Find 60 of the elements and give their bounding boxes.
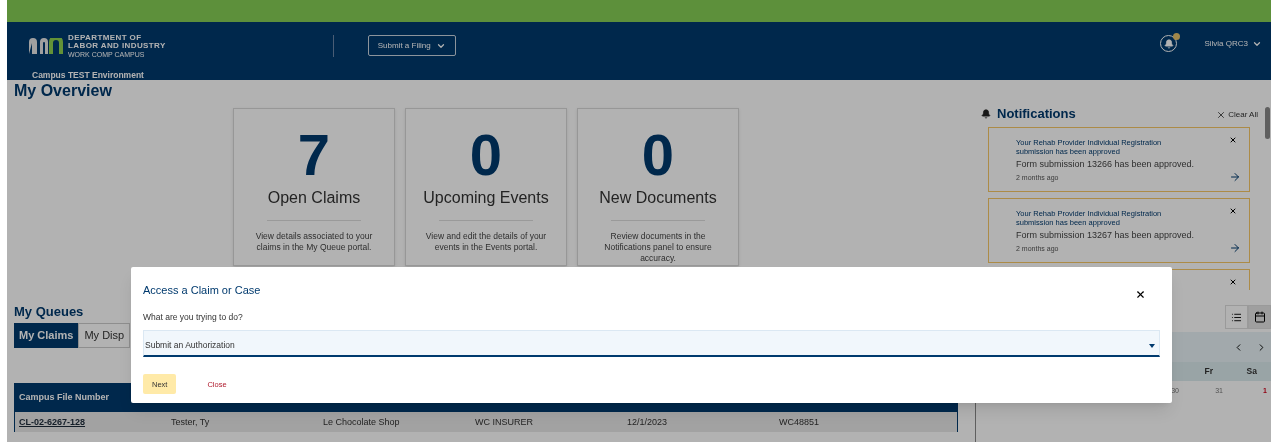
dismiss-button[interactable] bbox=[1229, 206, 1237, 215]
action-select[interactable]: Submit an Authorization bbox=[143, 330, 1160, 358]
view-toggle[interactable] bbox=[1225, 305, 1248, 329]
arrow-right-icon bbox=[1229, 170, 1241, 183]
environment-label: Campus TEST Environment bbox=[32, 69, 145, 82]
card-title: Upcoming Events bbox=[423, 188, 549, 208]
arrow-right-icon bbox=[1229, 241, 1241, 254]
card-title: Open Claims bbox=[267, 188, 361, 208]
notification-body: Form submission 13267 has been approved. bbox=[1016, 228, 1196, 241]
card-count: 0 bbox=[641, 126, 675, 184]
open-notification-button[interactable] bbox=[1229, 170, 1241, 183]
close-icon bbox=[1229, 277, 1237, 286]
close-icon bbox=[1135, 289, 1146, 300]
field-label: What are you trying to do? bbox=[143, 310, 243, 324]
page-title: My Overview bbox=[14, 81, 112, 101]
bell-icon bbox=[1163, 38, 1174, 49]
card-description: View details associated to your claims in the My Queue portal. bbox=[254, 231, 374, 253]
scrollbar bbox=[1265, 107, 1270, 139]
card-count: 7 bbox=[297, 126, 331, 184]
table-cell-text: 12/1/2023 bbox=[626, 416, 669, 430]
column-header: Campus File Number bbox=[18, 390, 111, 404]
user-menu[interactable]: Silvia QRC3 bbox=[1204, 38, 1262, 50]
chevron-down-icon bbox=[1252, 39, 1262, 49]
notification-body: Form submission 13266 has been approved. bbox=[1016, 157, 1196, 170]
dialog-title: Access a Claim or Case bbox=[143, 283, 261, 298]
clear-all-button[interactable]: Clear All bbox=[1216, 109, 1258, 122]
dropdown-caret-icon bbox=[1149, 343, 1155, 348]
weekday-label: Sa bbox=[1245, 365, 1258, 378]
card-description: Review documents in the Notifications panel to ensure accuracy. bbox=[603, 231, 713, 264]
panel-title: Notifications bbox=[997, 105, 1076, 123]
submit-filing-menu[interactable]: Submit a Filing bbox=[367, 35, 456, 56]
queue-tab[interactable]: My Disp bbox=[78, 323, 131, 348]
bell-icon bbox=[981, 108, 991, 119]
logo-text: DEPARTMENT OF bbox=[68, 34, 143, 42]
close-icon bbox=[1216, 110, 1227, 121]
summary-card[interactable]: 7 Open Claims View details associated to your claims in the My Queue portal. bbox=[233, 108, 395, 266]
queue-tab[interactable]: My Claims bbox=[14, 323, 79, 348]
close-button[interactable] bbox=[1135, 289, 1146, 300]
summary-card[interactable]: 0 New Documents Review documents in the Notifications panel to ensure accuracy. bbox=[577, 108, 739, 266]
weekday-label: Fr bbox=[1203, 365, 1214, 378]
calendar-icon bbox=[1253, 311, 1266, 323]
close-icon bbox=[1229, 206, 1237, 215]
dismiss-button[interactable] bbox=[1229, 277, 1237, 286]
file-number-link[interactable]: CL-02-6267-128 bbox=[15, 416, 167, 430]
card-description: View and edit the details of your events in the Events portal. bbox=[424, 231, 548, 253]
card-title: New Documents bbox=[599, 188, 717, 208]
summary-card[interactable]: 0 Upcoming Events View and edit the details of your events in the Events portal. bbox=[405, 108, 567, 266]
close-icon bbox=[1229, 135, 1237, 144]
open-notification-button[interactable] bbox=[1229, 241, 1241, 254]
logo-text: LABOR AND INDUSTRY bbox=[68, 42, 166, 50]
view-toggle[interactable] bbox=[1248, 305, 1271, 329]
logo-icon bbox=[29, 38, 63, 54]
table-cell-text: Le Chocolate Shop bbox=[322, 416, 401, 430]
dismiss-button[interactable] bbox=[1229, 135, 1237, 144]
card-count: 0 bbox=[469, 126, 503, 184]
list-icon bbox=[1231, 311, 1242, 323]
table-cell-text: Tester, Ty bbox=[170, 416, 211, 430]
table-cell-text: WC48851 bbox=[778, 416, 821, 430]
table-cell-text: WC INSURER bbox=[474, 416, 534, 430]
section-title: My Queues bbox=[14, 304, 84, 320]
